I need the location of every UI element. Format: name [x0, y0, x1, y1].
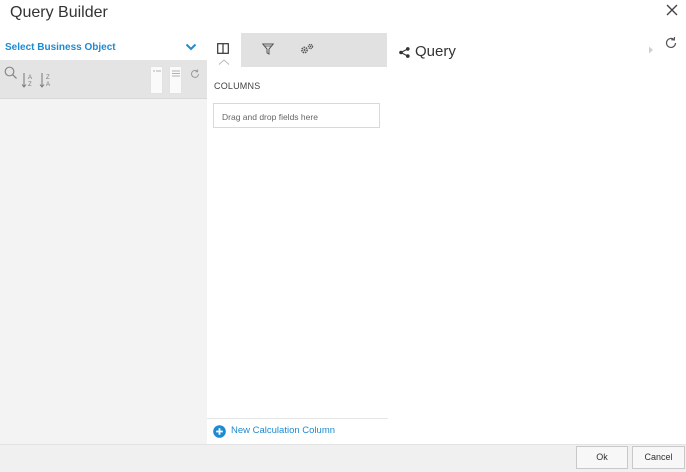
tab-settings[interactable] — [290, 33, 324, 67]
refresh-fields-button[interactable] — [188, 66, 201, 94]
close-icon — [666, 4, 678, 16]
tab-filters[interactable] — [252, 33, 286, 67]
sort-descending-icon[interactable]: Z A — [39, 72, 55, 88]
detail-view-button[interactable] — [169, 66, 182, 94]
fields-toolbar: A Z Z A — [0, 60, 207, 99]
svg-text:Z: Z — [46, 75, 50, 81]
new-calculation-column-label: New Calculation Column — [231, 425, 336, 436]
tab-columns[interactable] — [207, 33, 241, 67]
chevron-down-icon — [185, 43, 197, 51]
gears-icon — [301, 43, 314, 54]
columns-drop-zone[interactable]: Drag and drop fields here — [213, 103, 380, 128]
caret-right-icon[interactable] — [648, 46, 654, 54]
refresh-query-button[interactable] — [664, 36, 678, 50]
list-view-button[interactable] — [150, 66, 163, 94]
dialog-title: Query Builder — [10, 4, 108, 21]
refresh-icon — [665, 36, 677, 49]
share-icon — [399, 47, 410, 58]
query-tabs — [207, 33, 387, 67]
business-object-label: Select Business Object — [5, 42, 116, 53]
svg-text:A: A — [46, 82, 50, 88]
query-title: Query — [415, 43, 456, 60]
close-button[interactable] — [664, 2, 680, 18]
svg-text:A: A — [28, 75, 32, 81]
sort-ascending-icon[interactable]: A Z — [21, 72, 37, 88]
divider — [207, 418, 388, 419]
list-icon — [153, 70, 161, 72]
columns-icon — [217, 43, 229, 54]
lines-icon — [172, 70, 180, 77]
drop-zone-placeholder: Drag and drop fields here — [222, 112, 318, 122]
columns-section-label: COLUMNS — [214, 81, 261, 91]
search-icon[interactable] — [3, 65, 19, 81]
filter-icon — [262, 43, 274, 55]
svg-text:Z: Z — [28, 82, 32, 88]
ok-button[interactable]: Ok — [576, 446, 628, 469]
refresh-icon — [191, 69, 199, 78]
new-calculation-column-button[interactable]: New Calculation Column — [213, 424, 353, 440]
business-object-select[interactable]: Select Business Object — [0, 33, 207, 60]
plus-circle-icon — [213, 425, 226, 438]
cancel-button[interactable]: Cancel — [632, 446, 685, 469]
chevron-up-icon — [218, 59, 230, 65]
